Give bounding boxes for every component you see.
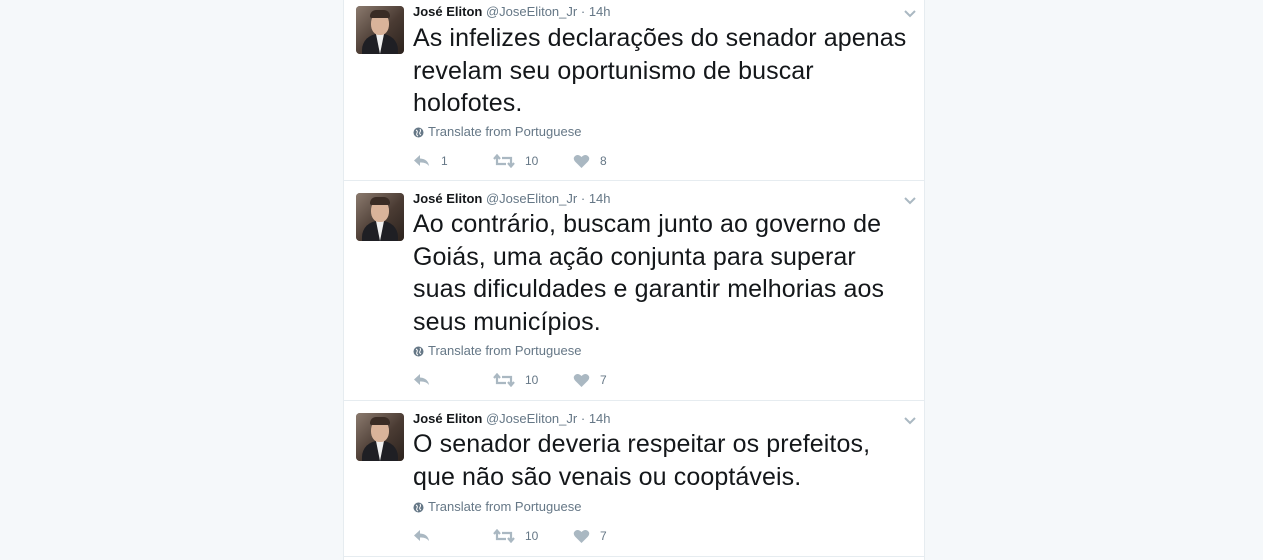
separator: · <box>580 191 586 206</box>
chevron-down-icon[interactable] <box>904 193 916 205</box>
timestamp[interactable]: 14h <box>589 191 611 206</box>
tweet-header: José Eliton @JoseEliton_Jr · 14h <box>413 411 611 426</box>
avatar[interactable] <box>356 193 404 241</box>
avatar[interactable] <box>356 413 404 461</box>
tweet-actions: 10 7 <box>413 526 607 546</box>
author-handle[interactable]: @JoseEliton_Jr <box>486 4 577 19</box>
like-button[interactable]: 8 <box>573 154 607 169</box>
heart-icon <box>573 373 590 388</box>
tweet-text: As infelizes declarações do senador apen… <box>413 24 907 117</box>
retweet-button[interactable]: 10 <box>493 373 573 387</box>
reply-icon <box>413 529 431 543</box>
retweet-icon <box>493 373 515 387</box>
tweet[interactable]: José Eliton @JoseEliton_Jr · 14h O senad… <box>344 401 924 557</box>
reply-button[interactable]: 1 <box>413 154 493 168</box>
tweet[interactable]: José Eliton @JoseEliton_Jr · 14h Ao cont… <box>344 181 924 401</box>
reply-button[interactable] <box>413 529 493 543</box>
like-button[interactable]: 7 <box>573 529 607 544</box>
retweet-button[interactable]: 10 <box>493 154 573 168</box>
timeline: José Eliton @JoseEliton_Jr · 14h As infe… <box>343 0 925 560</box>
translate-label: Translate from Portuguese <box>428 124 582 139</box>
tweet[interactable]: José Eliton @JoseEliton_Jr · 14h As infe… <box>344 0 924 181</box>
translate-link[interactable]: Translate from Portuguese <box>413 124 581 139</box>
tweet-actions: 1 10 8 <box>413 151 607 171</box>
separator: · <box>580 4 586 19</box>
tweet-text: O senador deveria respeitar os prefeitos… <box>413 430 871 491</box>
retweet-count: 10 <box>525 529 539 543</box>
translate-label: Translate from Portuguese <box>428 499 582 514</box>
author-name[interactable]: José Eliton <box>413 411 482 426</box>
retweet-icon <box>493 154 515 168</box>
globe-icon <box>413 501 424 513</box>
author-handle[interactable]: @JoseEliton_Jr <box>486 191 577 206</box>
translate-link[interactable]: Translate from Portuguese <box>413 499 581 514</box>
avatar[interactable] <box>356 6 404 54</box>
translate-link[interactable]: Translate from Portuguese <box>413 343 581 358</box>
like-count: 7 <box>600 529 607 543</box>
timestamp[interactable]: 14h <box>589 411 611 426</box>
tweet-actions: 10 7 <box>413 370 607 390</box>
retweet-count: 10 <box>525 373 539 387</box>
retweet-button[interactable]: 10 <box>493 529 573 543</box>
reply-count: 1 <box>441 154 448 168</box>
retweet-icon <box>493 529 515 543</box>
like-count: 7 <box>600 373 607 387</box>
like-count: 8 <box>600 154 607 168</box>
heart-icon <box>573 154 590 169</box>
timestamp[interactable]: 14h <box>589 4 611 19</box>
reply-icon <box>413 373 431 387</box>
reply-icon <box>413 154 431 168</box>
globe-icon <box>413 345 424 357</box>
author-handle[interactable]: @JoseEliton_Jr <box>486 411 577 426</box>
reply-button[interactable] <box>413 373 493 387</box>
tweet-header: José Eliton @JoseEliton_Jr · 14h <box>413 191 611 206</box>
separator: · <box>580 411 586 426</box>
author-name[interactable]: José Eliton <box>413 191 482 206</box>
translate-label: Translate from Portuguese <box>428 343 582 358</box>
tweet-header: José Eliton @JoseEliton_Jr · 14h <box>413 4 611 19</box>
chevron-down-icon[interactable] <box>904 6 916 18</box>
retweet-count: 10 <box>525 154 539 168</box>
chevron-down-icon[interactable] <box>904 413 916 425</box>
author-name[interactable]: José Eliton <box>413 4 482 19</box>
like-button[interactable]: 7 <box>573 373 607 388</box>
globe-icon <box>413 126 424 138</box>
heart-icon <box>573 529 590 544</box>
tweet-text: Ao contrário, buscam junto ao governo de… <box>413 210 885 336</box>
